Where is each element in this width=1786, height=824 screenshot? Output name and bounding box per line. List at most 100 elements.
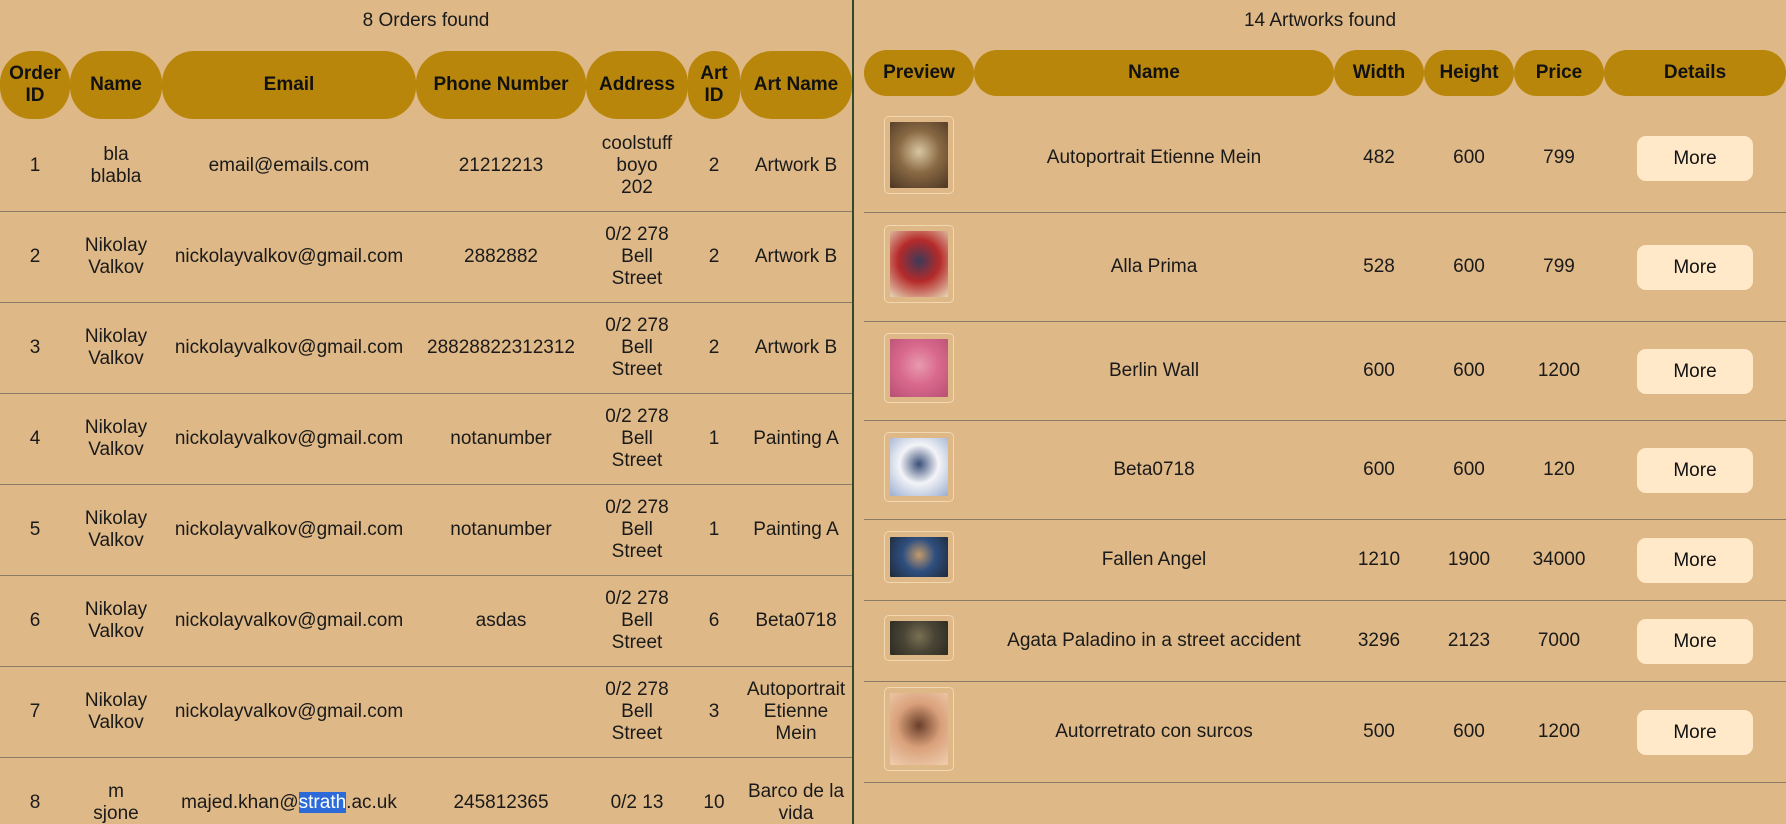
price-cell: 34000 <box>1514 520 1604 601</box>
cell-line: vida <box>778 803 814 824</box>
more-button[interactable]: More <box>1637 537 1753 583</box>
cell-line: Street <box>611 268 663 289</box>
cell-line: 0/2 278 <box>605 679 669 700</box>
orders-count-title: 8 Orders found <box>362 10 490 31</box>
cell-line: Bell <box>621 337 653 358</box>
cell-line: Painting A <box>753 428 839 449</box>
header-price: Price <box>1514 50 1604 96</box>
header-phone-number: Phone Number <box>416 51 586 119</box>
price-cell: 799 <box>1514 104 1604 213</box>
cell-line: 0/2 278 <box>605 315 669 336</box>
cell-line: Valkov <box>88 530 144 551</box>
order-row[interactable]: 2 Nikolay Valkov nickolayvalkov@gmail.com 28… <box>0 212 852 303</box>
header-details: Details <box>1604 50 1786 96</box>
cell-line: Valkov <box>88 439 144 460</box>
order-id-cell: 5 <box>0 485 70 576</box>
height-cell: 600 <box>1424 104 1514 213</box>
cell-line: Nikolay <box>84 690 148 711</box>
artwork-thumbnail[interactable] <box>884 333 954 403</box>
art-id-cell: 3 <box>688 667 740 758</box>
header-artwork-name: Name <box>974 50 1334 96</box>
customer-name-cell: Nikolay Valkov <box>70 485 162 576</box>
cell-line: Bell <box>621 246 653 267</box>
cell-line: Bell <box>621 428 653 449</box>
customer-name-cell: Nikolay Valkov <box>70 394 162 485</box>
price-cell: 7000 <box>1514 601 1604 682</box>
order-row[interactable]: 3 Nikolay Valkov nickolayvalkov@gmail.com 28… <box>0 303 852 394</box>
order-id-cell: 3 <box>0 303 70 394</box>
artwork-thumbnail[interactable] <box>884 615 954 661</box>
cell-line: Artwork B <box>754 337 838 358</box>
cell-line: boyo <box>616 155 658 176</box>
header-order-id: Order ID <box>0 51 70 119</box>
art-id-cell: 6 <box>688 576 740 667</box>
preview-cell <box>864 421 974 520</box>
details-cell: More <box>1604 421 1786 520</box>
height-cell: 600 <box>1424 213 1514 322</box>
cell-line: Beta0718 <box>755 610 837 631</box>
thumbnail-image <box>890 621 948 655</box>
cell-line: bla <box>103 144 129 165</box>
address-cell: 0/2 278 Bell Street <box>586 576 688 667</box>
art-id-cell: 2 <box>688 212 740 303</box>
artwork-row: Alla Prima 528 600 799 More <box>864 213 1786 322</box>
cell-line: Valkov <box>88 621 144 642</box>
more-button[interactable]: More <box>1637 618 1753 664</box>
preview-cell <box>864 682 974 783</box>
email-text[interactable]: majed.khan@strath.ac.uk <box>162 792 416 814</box>
cell-line: Valkov <box>88 712 144 733</box>
artwork-name-cell: Berlin Wall <box>974 322 1334 421</box>
artwork-name-cell: Agata Paladino in a street accident <box>974 601 1334 682</box>
preview-cell <box>864 104 974 213</box>
art-name-cell: Barco de la vida <box>740 758 852 824</box>
more-button[interactable]: More <box>1637 135 1753 181</box>
height-cell: 1900 <box>1424 520 1514 601</box>
cell-line: 0/2 278 <box>605 588 669 609</box>
cell-line: Etienne <box>763 701 829 722</box>
order-row[interactable]: 5 Nikolay Valkov nickolayvalkov@gmail.com no… <box>0 485 852 576</box>
artwork-row: Agata Paladino in a street accident 3296 2… <box>864 601 1786 682</box>
art-name-cell: Artwork B <box>740 212 852 303</box>
width-cell: 600 <box>1334 421 1424 520</box>
art-id-cell: 2 <box>688 121 740 212</box>
preview-cell <box>864 322 974 421</box>
artworks-count-title: 14 Artworks found <box>1243 10 1397 31</box>
order-row[interactable]: 6 Nikolay Valkov nickolayvalkov@gmail.com as… <box>0 576 852 667</box>
cell-line: Artwork B <box>754 246 838 267</box>
order-row[interactable]: 8 m sjone majed.khan@strath.ac.uk 245812365 0… <box>0 758 852 824</box>
order-row[interactable]: 4 Nikolay Valkov nickolayvalkov@gmail.com no… <box>0 394 852 485</box>
artwork-thumbnail[interactable] <box>884 432 954 502</box>
address-cell: 0/2 278 Bell Street <box>586 212 688 303</box>
orders-table: Order ID Name Email Phone Number Address … <box>0 51 852 824</box>
artwork-thumbnail[interactable] <box>884 116 954 194</box>
order-row[interactable]: 7 Nikolay Valkov nickolayvalkov@gmail.com 0/… <box>0 667 852 758</box>
phone-cell <box>416 667 586 758</box>
email-cell: email@emails.com <box>162 121 416 212</box>
address-cell: coolstuff boyo 202 <box>586 121 688 212</box>
more-button[interactable]: More <box>1637 244 1753 290</box>
art-id-cell: 1 <box>688 485 740 576</box>
cell-line: coolstuff <box>601 133 673 154</box>
artwork-name-cell: Alla Prima <box>974 213 1334 322</box>
email-cell: nickolayvalkov@gmail.com <box>162 394 416 485</box>
order-row[interactable]: 1 bla blabla email@emails.com 21212213 coolst… <box>0 121 852 212</box>
cell-line: blabla <box>90 166 142 187</box>
art-name-cell: Autoportrait Etienne Mein <box>740 667 852 758</box>
more-button[interactable]: More <box>1637 709 1753 755</box>
price-cell: 799 <box>1514 213 1604 322</box>
art-name-cell: Painting A <box>740 485 852 576</box>
header-preview: Preview <box>864 50 974 96</box>
details-cell: More <box>1604 520 1786 601</box>
price-cell: 120 <box>1514 421 1604 520</box>
address-cell: 0/2 278 Bell Street <box>586 485 688 576</box>
details-cell: More <box>1604 104 1786 213</box>
more-button[interactable]: More <box>1637 447 1753 493</box>
more-button[interactable]: More <box>1637 348 1753 394</box>
preview-cell <box>864 520 974 601</box>
artwork-thumbnail[interactable] <box>884 687 954 771</box>
artwork-name-cell: Fallen Angel <box>974 520 1334 601</box>
details-cell: More <box>1604 213 1786 322</box>
phone-cell: 2882882 <box>416 212 586 303</box>
artwork-thumbnail[interactable] <box>884 531 954 583</box>
artwork-thumbnail[interactable] <box>884 225 954 303</box>
